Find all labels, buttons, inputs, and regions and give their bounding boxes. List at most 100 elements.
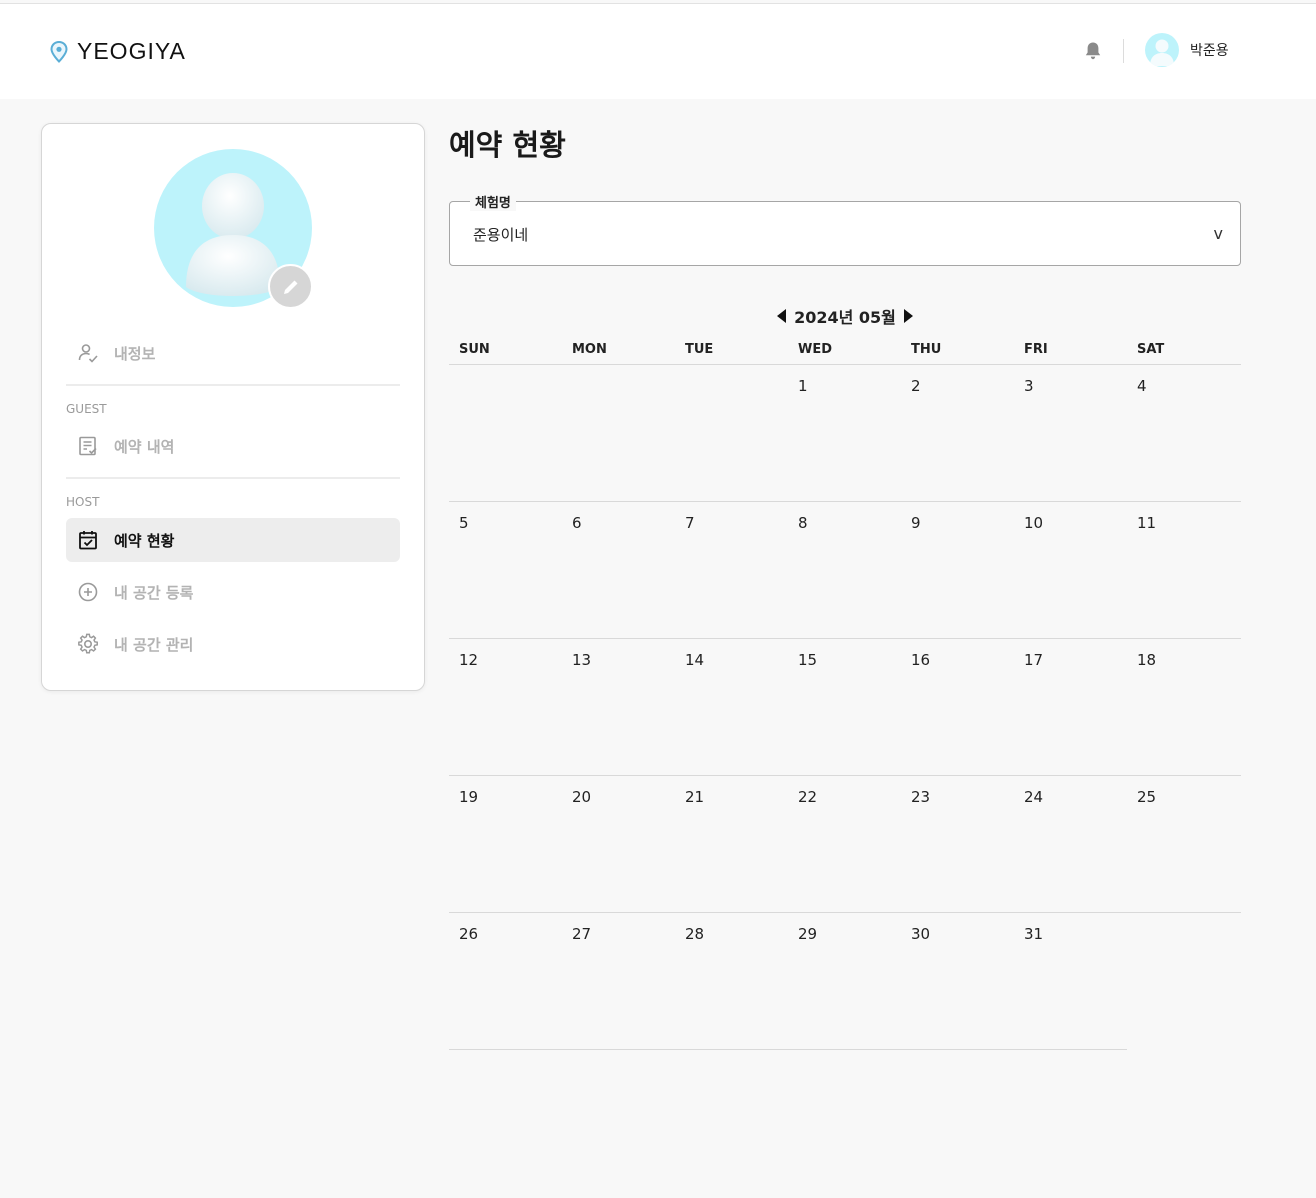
select-value: 준용이네 xyxy=(473,226,529,244)
sidebar-item-reservation-history[interactable]: 예약 내역 xyxy=(66,424,400,468)
weekday-label: THU xyxy=(911,342,942,357)
prev-month-button[interactable] xyxy=(776,308,788,324)
calendar-day-number: 19 xyxy=(459,788,479,806)
top-header: YEOGIYA 박준용 xyxy=(0,4,1316,99)
header-divider xyxy=(1123,39,1124,63)
calendar-weekdays: SUN MON TUE WED THU FRI SAT xyxy=(449,340,1241,364)
calendar-day-number: 24 xyxy=(1024,788,1044,806)
header-avatar[interactable] xyxy=(1145,33,1179,67)
weekday-label: SUN xyxy=(459,342,490,357)
calendar-day-cell[interactable]: 6 xyxy=(562,502,675,639)
calendar-day-cell xyxy=(675,365,788,502)
calendar-day-cell[interactable]: 1 xyxy=(788,365,901,502)
calendar-day-cell[interactable]: 31 xyxy=(1014,913,1127,1050)
calendar-day-number: 27 xyxy=(572,925,592,943)
sidebar-item-label: 내 공간 등록 xyxy=(114,583,194,602)
calendar-day-number: 22 xyxy=(798,788,818,806)
sidebar-section-host: HOST xyxy=(66,495,100,509)
chevron-down-icon: v xyxy=(1213,224,1223,243)
calendar-day-cell[interactable]: 5 xyxy=(449,502,562,639)
calendar-nav: 2024년 05월 xyxy=(449,305,1241,327)
calendar-day-cell[interactable]: 14 xyxy=(675,639,788,776)
list-check-icon xyxy=(77,435,99,457)
bell-icon[interactable] xyxy=(1084,41,1102,61)
sidebar-item-register-space[interactable]: 내 공간 등록 xyxy=(66,570,400,614)
calendar-check-icon xyxy=(77,529,99,551)
calendar-day-cell[interactable]: 30 xyxy=(901,913,1014,1050)
calendar-day-cell[interactable]: 21 xyxy=(675,776,788,913)
weekday-label: MON xyxy=(572,342,607,357)
calendar-day-cell[interactable]: 22 xyxy=(788,776,901,913)
weekday-label: TUE xyxy=(685,342,714,357)
calendar-day-number: 25 xyxy=(1137,788,1157,806)
edit-profile-button[interactable] xyxy=(268,264,313,309)
calendar-day-number: 10 xyxy=(1024,514,1044,532)
calendar-day-number: 26 xyxy=(459,925,479,943)
page-title: 예약 현황 xyxy=(449,128,566,162)
plus-circle-icon xyxy=(77,581,99,603)
calendar-day-number: 7 xyxy=(685,514,695,532)
calendar-day-cell[interactable]: 24 xyxy=(1014,776,1127,913)
sidebar-item-my-info[interactable]: 내정보 xyxy=(66,331,400,375)
calendar-day-number: 18 xyxy=(1137,651,1157,669)
calendar-day-cell[interactable]: 8 xyxy=(788,502,901,639)
sidebar-item-manage-space[interactable]: 내 공간 관리 xyxy=(66,622,400,666)
select-label: 체험명 xyxy=(470,192,516,211)
calendar-day-number: 29 xyxy=(798,925,818,943)
calendar-day-cell[interactable]: 10 xyxy=(1014,502,1127,639)
experience-select[interactable]: 체험명 준용이네 v xyxy=(449,192,1241,266)
next-month-button[interactable] xyxy=(902,308,914,324)
calendar-day-cell[interactable]: 13 xyxy=(562,639,675,776)
calendar-day-cell[interactable]: 9 xyxy=(901,502,1014,639)
calendar-day-cell[interactable]: 16 xyxy=(901,639,1014,776)
calendar-day-number: 30 xyxy=(911,925,931,943)
calendar-day-cell[interactable]: 25 xyxy=(1127,776,1241,913)
pencil-icon xyxy=(283,280,297,294)
calendar-day-number: 23 xyxy=(911,788,931,806)
calendar-day-cell[interactable]: 18 xyxy=(1127,639,1241,776)
calendar-day-number: 5 xyxy=(459,514,469,532)
calendar-day-cell[interactable]: 27 xyxy=(562,913,675,1050)
calendar-day-cell[interactable]: 17 xyxy=(1014,639,1127,776)
calendar-day-cell[interactable]: 29 xyxy=(788,913,901,1050)
calendar-day-cell[interactable]: 12 xyxy=(449,639,562,776)
sidebar-item-label: 내 공간 관리 xyxy=(114,635,194,654)
calendar-day-cell[interactable]: 3 xyxy=(1014,365,1127,502)
sidebar-item-label: 예약 내역 xyxy=(114,437,175,456)
calendar-day-cell[interactable]: 19 xyxy=(449,776,562,913)
weekday-label: FRI xyxy=(1024,342,1048,357)
calendar-day-cell xyxy=(562,365,675,502)
calendar-day-cell xyxy=(1127,913,1241,1050)
calendar-day-number: 4 xyxy=(1137,377,1147,395)
calendar-day-number: 12 xyxy=(459,651,479,669)
calendar-day-number: 9 xyxy=(911,514,921,532)
calendar-day-number: 13 xyxy=(572,651,592,669)
calendar-day-cell[interactable]: 20 xyxy=(562,776,675,913)
sidebar-item-label: 예약 현황 xyxy=(114,531,175,550)
calendar-day-cell[interactable]: 11 xyxy=(1127,502,1241,639)
calendar-day-number: 31 xyxy=(1024,925,1044,943)
calendar-day-cell[interactable]: 23 xyxy=(901,776,1014,913)
calendar-day-cell[interactable]: 28 xyxy=(675,913,788,1050)
calendar-day-cell[interactable]: 4 xyxy=(1127,365,1241,502)
calendar-day-number: 16 xyxy=(911,651,931,669)
caret-left-icon xyxy=(777,309,787,323)
calendar-day-number: 3 xyxy=(1024,377,1034,395)
user-check-icon xyxy=(77,342,99,364)
sidebar-item-reservation-status[interactable]: 예약 현황 xyxy=(66,518,400,562)
calendar-day-cell[interactable]: 7 xyxy=(675,502,788,639)
calendar-day-cell[interactable]: 26 xyxy=(449,913,562,1050)
calendar-grid: 1 2 3 4 5 6 7 8 9 10 11 12 13 14 15 16 17 18 19 20 21 22 23 24 2… xyxy=(449,365,1241,1050)
sidebar-card: 내정보 GUEST 예약 내역 HOST 예약 현황 내 공간 등록 내 공간 … xyxy=(41,123,425,691)
weekday-label: WED xyxy=(798,342,833,357)
header-user-name[interactable]: 박준용 xyxy=(1190,40,1229,60)
location-pin-icon xyxy=(50,40,68,63)
calendar-day-number: 17 xyxy=(1024,651,1044,669)
logo[interactable]: YEOGIYA xyxy=(50,38,186,65)
calendar-day-cell[interactable]: 2 xyxy=(901,365,1014,502)
calendar-day-number: 20 xyxy=(572,788,592,806)
gear-icon xyxy=(77,633,99,655)
user-avatar-icon xyxy=(1150,39,1174,66)
calendar-day-number: 8 xyxy=(798,514,808,532)
calendar-day-cell[interactable]: 15 xyxy=(788,639,901,776)
